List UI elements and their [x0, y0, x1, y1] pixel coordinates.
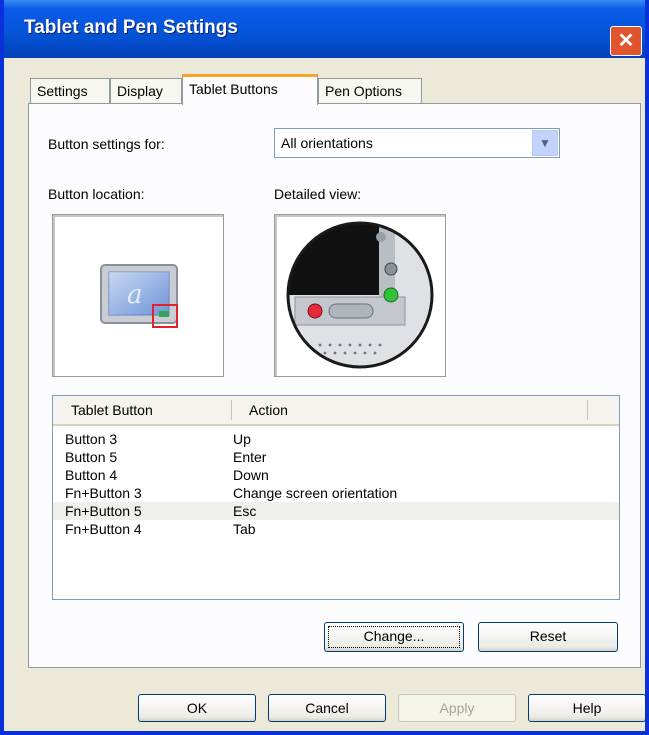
close-button[interactable]: ✕: [610, 26, 642, 56]
column-header-action[interactable]: Action: [249, 402, 288, 418]
detailed-view-illustration: [286, 221, 434, 369]
button-location-label: Button location:: [48, 186, 145, 202]
detailed-view-label: Detailed view:: [274, 186, 362, 202]
tab-pen-options[interactable]: Pen Options: [318, 78, 422, 104]
column-header-tablet-button[interactable]: Tablet Button: [71, 402, 153, 418]
apply-button[interactable]: Apply: [398, 694, 516, 722]
tab-tablet-buttons[interactable]: Tablet Buttons: [182, 74, 318, 105]
reset-button[interactable]: Reset: [478, 622, 618, 652]
tab-settings[interactable]: Settings: [30, 78, 110, 104]
window-title: Tablet and Pen Settings: [24, 17, 238, 38]
table-row[interactable]: Button 5 Enter: [53, 448, 619, 466]
table-row-selected[interactable]: Fn+Button 5 Esc: [53, 502, 619, 520]
dialog-window: Tablet and Pen Settings ✕ Settings Displ…: [0, 0, 649, 735]
button-location-image: a: [52, 214, 224, 377]
tab-display[interactable]: Display: [110, 78, 182, 104]
cancel-button[interactable]: Cancel: [268, 694, 386, 722]
button-settings-label: Button settings for:: [48, 136, 165, 152]
detailed-view-image: [274, 214, 446, 377]
table-row[interactable]: Button 3 Up: [53, 430, 619, 448]
orientation-select[interactable]: All orientations ▼: [274, 128, 560, 158]
ok-button[interactable]: OK: [138, 694, 256, 722]
help-button[interactable]: Help: [528, 694, 646, 722]
title-bar[interactable]: Tablet and Pen Settings ✕: [4, 0, 645, 58]
list-header: Tablet Button Action: [53, 396, 619, 426]
chevron-down-icon[interactable]: ▼: [532, 130, 558, 156]
tablet-illustration: a: [100, 264, 178, 328]
change-button[interactable]: Change...: [324, 622, 464, 652]
close-icon: ✕: [617, 30, 635, 52]
orientation-select-value: All orientations: [281, 135, 373, 151]
table-row[interactable]: Fn+Button 4 Tab: [53, 520, 619, 538]
button-action-list[interactable]: Tablet Button Action Button 3 Up Button 5…: [52, 395, 620, 600]
table-row[interactable]: Fn+Button 3 Change screen orientation: [53, 484, 619, 502]
table-row[interactable]: Button 4 Down: [53, 466, 619, 484]
tablet-glyph: a: [127, 280, 143, 310]
